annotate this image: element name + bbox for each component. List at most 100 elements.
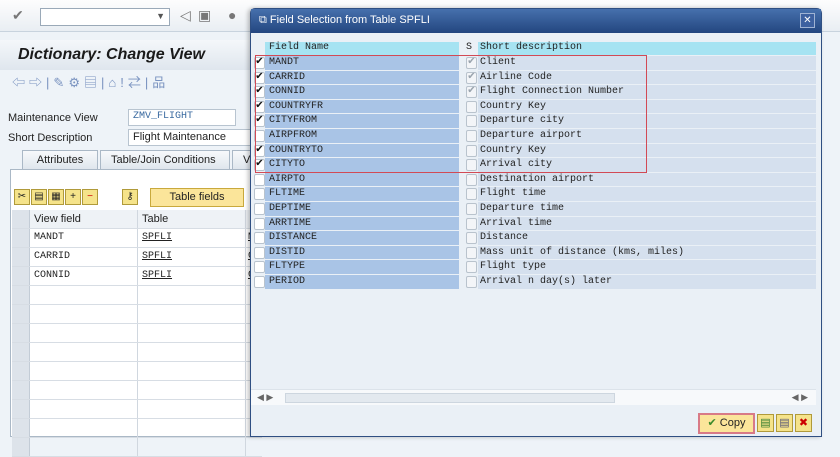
table-cell[interactable] [138,286,246,304]
forward-arrow-icon[interactable]: ⇨ [29,75,46,90]
scroll-right-icon[interactable]: ◀ ▶ [792,392,808,403]
field-row[interactable]: PERIOD Arrival n day(s) later [251,275,816,290]
object-icon[interactable]: ▤ [84,75,101,90]
row-selector[interactable] [12,419,30,437]
row-selector[interactable] [12,343,30,361]
row-selector[interactable] [12,381,30,399]
where-used-icon[interactable]: ! [120,75,128,90]
cancel-icon[interactable]: ✖ [795,414,812,432]
field-checkbox[interactable] [254,246,265,259]
hierarchy-icon[interactable]: ⌂ [108,75,120,90]
view-field-cell[interactable]: CONNID [30,267,138,285]
view-field-cell[interactable] [30,286,138,304]
save-icon[interactable]: ▣ [198,7,211,24]
table-cell[interactable] [138,419,246,437]
table-cell[interactable] [138,381,246,399]
field-checkbox[interactable] [254,203,265,215]
table-row[interactable]: CARRID SPFLI C [12,248,262,267]
row-selector[interactable] [12,305,30,323]
table-row[interactable]: CONNID SPFLI C [12,267,262,286]
row-selector[interactable] [12,248,30,266]
column-header-view-field[interactable]: View field [30,210,138,228]
close-icon[interactable]: ✕ [800,13,815,28]
command-field[interactable]: ▼ [40,8,170,26]
view-field-cell[interactable]: CARRID [30,248,138,266]
insert-row-icon[interactable]: + [65,189,81,205]
table-cell[interactable] [138,324,246,342]
table-row[interactable] [12,286,262,305]
maintenance-view-field[interactable]: ZMV_FLIGHT [128,109,236,126]
row-selector[interactable] [12,438,30,456]
field-checkbox[interactable] [254,261,265,274]
tree-icon[interactable]: 品 [152,75,169,90]
deselect-all-icon[interactable]: ▤ [776,414,793,432]
view-field-cell[interactable] [30,419,138,437]
column-header-table[interactable]: Table [138,210,246,228]
cancel-icon[interactable]: ● [228,7,236,23]
tab-attributes[interactable]: Attributes [22,150,98,169]
enter-icon[interactable]: ✔ [12,7,24,24]
table-cell[interactable] [138,343,246,361]
table-cell[interactable]: SPFLI [138,229,246,247]
table-row[interactable] [12,381,262,400]
field-checkbox[interactable] [254,232,265,245]
field-row[interactable]: FLTYPE Flight type [251,260,816,275]
cut-icon[interactable]: ✂ [14,189,30,205]
table-cell[interactable] [138,400,246,418]
row-selector[interactable] [12,229,30,247]
table-cell[interactable]: SPFLI [138,267,246,285]
table-cell[interactable] [138,305,246,323]
horizontal-scrollbar[interactable]: ◀ ▶ ◀ ▶ [251,389,816,405]
table-row[interactable] [12,324,262,343]
key-icon[interactable]: ⚷ [122,189,138,205]
copy-button[interactable]: ✔ Copy [698,413,755,434]
copy-icon[interactable]: ▤ [31,189,47,205]
row-selector[interactable] [12,267,30,285]
row-selector[interactable] [12,362,30,380]
view-field-cell[interactable] [30,438,138,456]
view-field-cell[interactable] [30,343,138,361]
table-row[interactable] [12,362,262,381]
field-row[interactable]: DEPTIME Departure time [251,202,816,217]
paste-icon[interactable]: ▦ [48,189,64,205]
short-description-field[interactable]: Flight Maintenance [128,129,258,146]
table-cell[interactable]: SPFLI [138,248,246,266]
field-row[interactable]: DISTANCE Distance [251,231,816,246]
field-cell[interactable] [246,438,262,456]
back-icon[interactable]: ◁ [180,7,191,24]
scroll-left-icon[interactable]: ◀ ▶ [257,392,273,403]
view-field-cell[interactable] [30,362,138,380]
row-selector[interactable] [12,286,30,304]
tab-table-join-conditions[interactable]: Table/Join Conditions [100,150,230,169]
table-row[interactable] [12,419,262,438]
field-checkbox[interactable] [254,173,265,186]
view-field-cell[interactable] [30,305,138,323]
activate-icon[interactable]: ⚙ [68,75,84,90]
view-field-cell[interactable]: MANDT [30,229,138,247]
view-field-cell[interactable] [30,400,138,418]
table-row[interactable]: MANDT SPFLI M [12,229,262,248]
field-checkbox[interactable] [254,188,265,201]
table-row[interactable] [12,305,262,324]
field-row[interactable]: FLTIME Flight time [251,187,816,202]
navigate-icon[interactable]: ⇄ [128,75,145,90]
delete-row-icon[interactable]: − [82,189,98,205]
table-row[interactable] [12,438,262,457]
field-row[interactable]: DISTID Mass unit of distance (kms, miles… [251,245,816,261]
scroll-thumb[interactable] [285,393,615,403]
edit-icon[interactable]: ✎ [53,75,68,90]
table-row[interactable] [12,400,262,419]
view-field-cell[interactable] [30,381,138,399]
row-selector[interactable] [12,324,30,342]
dropdown-icon[interactable]: ▼ [156,11,165,21]
field-row[interactable]: AIRPTO Destination airport [251,172,816,188]
field-checkbox[interactable] [254,217,265,230]
field-row[interactable]: ARRTIME Arrival time [251,216,816,232]
view-field-cell[interactable] [30,324,138,342]
field-checkbox[interactable] [254,276,265,288]
select-all-icon[interactable]: ▤ [757,414,774,432]
row-selector[interactable] [12,400,30,418]
table-row[interactable] [12,343,262,362]
table-cell[interactable] [138,362,246,380]
back-arrow-icon[interactable]: ⇦ [12,75,29,90]
